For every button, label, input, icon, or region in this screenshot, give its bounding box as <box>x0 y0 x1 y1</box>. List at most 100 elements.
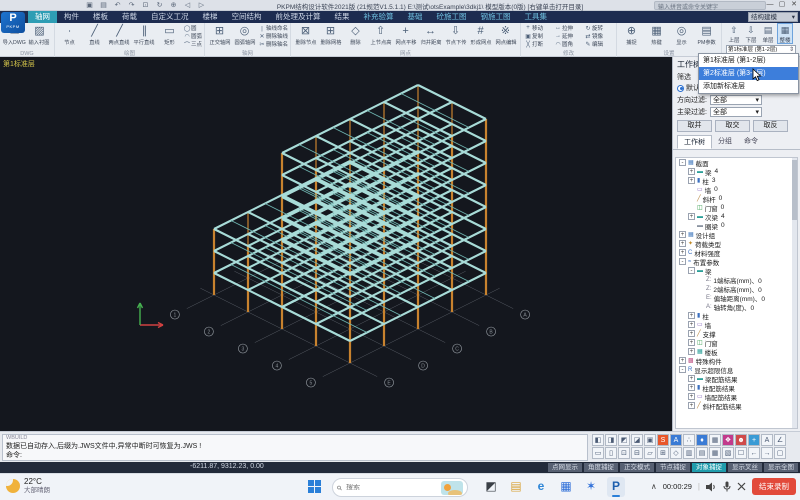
ribbon-tab[interactable]: 钢施工图 <box>474 11 518 23</box>
expander-icon[interactable]: + <box>688 213 695 220</box>
view-full-icon[interactable]: ▣ <box>644 434 656 446</box>
rotate-icon[interactable]: ◇ <box>670 447 682 459</box>
edge-icon[interactable]: e <box>532 477 550 497</box>
status-toggle[interactable]: 显示全图 <box>764 463 798 472</box>
frame-icon[interactable]: ▢ <box>774 447 786 459</box>
expander-icon[interactable] <box>697 294 704 301</box>
skin-icon[interactable]: ❖ <box>722 434 734 446</box>
ribbon-tab[interactable]: 楼梯 <box>196 11 225 23</box>
level-nav-button[interactable]: ▦ 整楼 <box>777 23 793 44</box>
undo-icon[interactable]: ↶ <box>112 1 123 10</box>
expander-icon[interactable]: + <box>688 384 695 391</box>
ribbon-tab[interactable]: 补充验算 <box>357 11 401 23</box>
tree-item[interactable]: - ▦ 截面 <box>676 158 797 167</box>
view-top-icon[interactable]: ◨ <box>605 434 617 446</box>
panel-tab[interactable]: 工作树 <box>677 135 712 149</box>
ribbon-button[interactable]: ⇧ 上节点高 <box>368 24 393 46</box>
dropdown-item[interactable]: 添加新标准层 <box>699 80 798 93</box>
stop-recording-button[interactable]: 结束录制 <box>752 478 796 495</box>
sogou-icon[interactable]: S <box>657 434 669 446</box>
expander-icon[interactable]: + <box>688 321 695 328</box>
mirror-icon[interactable]: ▱ <box>644 447 656 459</box>
expander-icon[interactable]: + <box>688 375 695 382</box>
view-icon[interactable]: ⊡ <box>140 1 151 10</box>
ribbon-button[interactable]: ◎ 圆弧轴网 <box>232 24 257 46</box>
status-toggle[interactable]: 节点捕捉 <box>656 463 690 472</box>
forward-icon[interactable]: → <box>761 447 773 459</box>
expander-icon[interactable]: + <box>679 240 686 247</box>
expander-icon[interactable] <box>697 276 704 283</box>
level-nav-button[interactable]: ⇩ 下层 <box>743 23 759 44</box>
ribbon-button-small[interactable]: → 延伸 <box>554 32 584 40</box>
ribbon-button[interactable]: ▭ 矩形 <box>157 24 182 46</box>
ribbon-button-small[interactable]: ✎ 编辑 <box>584 40 614 48</box>
tree-item[interactable]: A: 轴转角(度)、0 <box>676 302 797 311</box>
ribbon-button[interactable]: + 网点平移 <box>393 24 418 46</box>
keyboard-icon[interactable]: ▦ <box>709 434 721 446</box>
ribbon-button[interactable]: ⊕ 捕捉 <box>619 24 644 46</box>
speaker-icon[interactable] <box>706 482 717 492</box>
ribbon-button-small[interactable]: + 移动 <box>524 24 554 32</box>
expander-icon[interactable]: - <box>688 267 695 274</box>
snap-icon[interactable]: ⊕ <box>168 1 179 10</box>
minimize-icon[interactable]: — <box>766 0 774 10</box>
filter-radio[interactable]: 默认 <box>677 83 700 93</box>
ribbon-button-small[interactable]: ⌒ 三点 <box>183 40 202 48</box>
expander-icon[interactable]: + <box>688 330 695 337</box>
zoom-prev-icon[interactable]: ⊡ <box>618 447 630 459</box>
expander-icon[interactable]: - <box>679 258 686 265</box>
status-toggle[interactable]: 点网显示 <box>548 463 582 472</box>
store-icon[interactable]: ▦ <box>557 477 575 497</box>
ribbon-tab[interactable]: 基础 <box>401 11 430 23</box>
explorer-icon[interactable]: ▤ <box>507 477 525 497</box>
expander-icon[interactable]: + <box>688 168 695 175</box>
ribbon-tab[interactable]: 荷载 <box>115 11 144 23</box>
tree-item[interactable]: ▭ 墙 0 <box>676 185 797 194</box>
weather-widget[interactable]: 22°C 大部晴朗 <box>6 477 50 495</box>
tree-item[interactable]: ◫ 门窗 0 <box>676 203 797 212</box>
level-nav-button[interactable]: ▤ 单层 <box>760 23 776 44</box>
emoji-icon[interactable]: ☻ <box>735 434 747 446</box>
search-highlight-image[interactable] <box>441 481 463 495</box>
prev-icon[interactable]: ◁ <box>182 1 193 10</box>
expander-icon[interactable]: + <box>688 393 695 400</box>
ime-mode-icon[interactable]: A <box>670 434 682 446</box>
table-icon[interactable]: ▦ <box>709 447 721 459</box>
handwrite-icon[interactable]: ∴ <box>683 434 695 446</box>
ribbon-button[interactable]: ▦ 热键 <box>644 24 669 46</box>
status-toggle[interactable]: 角度捕捉 <box>584 463 618 472</box>
tree-item[interactable]: + ╱ 斜杆配筋结果 <box>676 401 797 410</box>
expander-icon[interactable] <box>688 195 695 202</box>
ribbon-button[interactable]: ╱ 直线 <box>82 24 107 46</box>
ribbon-tab[interactable]: 空间结构 <box>225 11 269 23</box>
expander-icon[interactable]: + <box>688 339 695 346</box>
tree-item[interactable]: + ▮ 柱 3 <box>676 176 797 185</box>
angle-icon[interactable]: ∠ <box>774 434 786 446</box>
ribbon-button-small[interactable]: ◯ 圆 <box>183 24 202 32</box>
chevron-up-icon[interactable]: ∧ <box>651 482 657 491</box>
taskview-icon[interactable]: ◩ <box>482 477 500 497</box>
ribbon-tab[interactable]: 砼施工图 <box>430 11 474 23</box>
ribbon-button[interactable]: ∥ 平行直线 <box>132 24 157 46</box>
level-nav-button[interactable]: ⇧ 上层 <box>726 23 742 44</box>
ribbon-button-small[interactable]: ▣ 复制 <box>524 32 554 40</box>
ribbon-button[interactable]: ▤ PM参数 <box>694 24 719 46</box>
panel-tab[interactable]: 分组 <box>712 135 738 149</box>
tree-scrollbar[interactable] <box>792 158 797 428</box>
search-input[interactable] <box>346 484 437 491</box>
status-toggle[interactable]: 正交模式 <box>620 463 654 472</box>
ribbon-button-small[interactable]: ✂ 删除轴名 <box>258 40 288 48</box>
taskbar-search[interactable] <box>332 478 468 497</box>
expander-icon[interactable] <box>688 186 695 193</box>
model-3d-view[interactable]: 12345ABCDE <box>0 57 672 431</box>
doc-icon[interactable]: ▥ <box>683 447 695 459</box>
sheet-icon[interactable]: ▤ <box>696 447 708 459</box>
ribbon-tab[interactable]: 前处理及计算 <box>269 11 328 23</box>
view-iso-icon[interactable]: ◪ <box>631 434 643 446</box>
ribbon-button-small[interactable]: ✕ 删除轴线 <box>258 32 288 40</box>
expander-icon[interactable]: - <box>679 159 686 166</box>
expander-icon[interactable]: + <box>679 231 686 238</box>
command-search-input[interactable]: 输入拼音或命令关键字 <box>654 1 766 10</box>
expander-icon[interactable]: + <box>688 177 695 184</box>
view-cube-icon[interactable]: ◧ <box>592 434 604 446</box>
